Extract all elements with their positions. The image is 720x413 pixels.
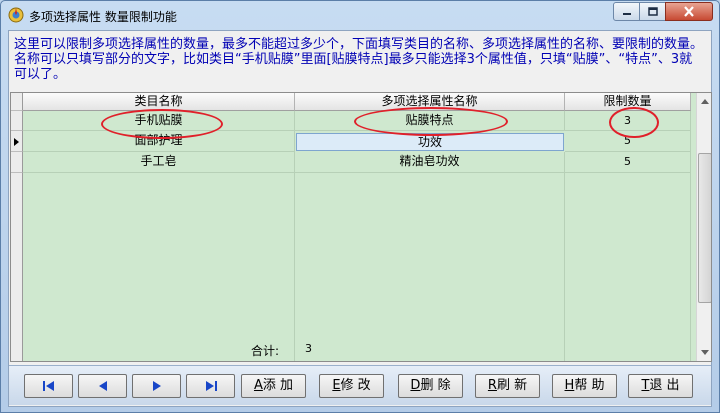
refresh-shortcut-key: R [487, 378, 497, 393]
scroll-up-icon [701, 99, 709, 104]
prev-icon [98, 381, 107, 391]
cell-attribute-editing[interactable]: 功效 [296, 133, 564, 151]
current-row-arrow-icon [14, 138, 19, 146]
cell-attribute[interactable]: 贴膜特点 [295, 111, 565, 131]
next-record-button[interactable] [132, 374, 181, 398]
title-bar[interactable]: 多项选择属性 数量限制功能 [1, 1, 719, 29]
client-area: 这里可以限制多项选择属性的数量，最多不能超过多少个，下面填写类目的名称、多项选择… [8, 30, 712, 407]
scroll-down-icon [701, 350, 709, 355]
total-label: 合计: [251, 344, 280, 358]
add-button-label: 添 加 [262, 378, 294, 393]
add-button[interactable]: A添 加 [241, 374, 306, 398]
description-text: 这里可以限制多项选择属性的数量，最多不能超过多少个，下面填写类目的名称、多项选择… [14, 37, 704, 82]
cell-attribute[interactable]: 精油皂功效 [295, 152, 565, 173]
close-button[interactable] [665, 2, 713, 21]
main-window: 多项选择属性 数量限制功能 这里可以限制多项选择属性的数量，最多不能超过多少个，… [0, 0, 720, 413]
close-icon [684, 6, 694, 17]
maximize-button[interactable] [639, 2, 666, 21]
add-shortcut-key: A [253, 378, 263, 393]
cell-category[interactable]: 面部护理 [23, 131, 295, 152]
minimize-icon [622, 12, 631, 15]
next-icon [152, 381, 161, 391]
vertical-scrollbar[interactable] [696, 93, 711, 361]
exit-button[interactable]: T退 出 [628, 374, 693, 398]
window-title: 多项选择属性 数量限制功能 [29, 10, 177, 24]
delete-shortcut-key: D [410, 378, 421, 393]
row-indicator-empty [11, 173, 23, 361]
cell-category[interactable]: 手工皂 [23, 152, 295, 173]
column-header-category[interactable]: 类目名称 [23, 93, 295, 111]
refresh-button[interactable]: R刷 新 [475, 374, 540, 398]
last-record-button[interactable] [186, 374, 235, 398]
previous-record-button[interactable] [78, 374, 127, 398]
total-value: 3 [305, 342, 312, 355]
column-header-attribute[interactable]: 多项选择属性名称 [295, 93, 565, 111]
last-icon [205, 381, 217, 391]
help-shortcut-key: H [564, 378, 575, 393]
bottom-toolbar: A添 加 E修 改 D删 除 R刷 新 H帮 助 T退 出 [9, 365, 711, 405]
refresh-button-label: 刷 新 [496, 378, 528, 393]
header-indicator [11, 93, 23, 111]
delete-button[interactable]: D删 除 [398, 374, 463, 398]
edit-button[interactable]: E修 改 [319, 374, 384, 398]
column-header-limit[interactable]: 限制数量 [565, 93, 691, 111]
first-record-button[interactable] [24, 374, 73, 398]
scroll-up-button[interactable] [697, 93, 711, 110]
edit-shortcut-key: E [332, 378, 341, 393]
column-divider [294, 173, 295, 361]
help-button[interactable]: H帮 助 [552, 374, 617, 398]
row-indicator[interactable] [11, 152, 23, 173]
maximize-icon [647, 6, 658, 16]
column-divider [564, 173, 565, 361]
cell-limit[interactable]: 3 [565, 111, 691, 131]
scroll-down-button[interactable] [697, 344, 711, 361]
row-indicator[interactable] [11, 111, 23, 131]
cell-limit[interactable]: 5 [565, 152, 691, 173]
cell-limit[interactable]: 5 [565, 131, 691, 152]
exit-button-label: 退 出 [649, 378, 680, 393]
column-divider [690, 173, 691, 361]
cell-category[interactable]: 手机贴膜 [23, 111, 295, 131]
edit-button-label: 修 改 [340, 378, 371, 393]
scrollbar-thumb[interactable] [698, 153, 711, 303]
minimize-button[interactable] [613, 2, 640, 21]
delete-button-label: 删 除 [420, 378, 451, 393]
app-icon [8, 7, 24, 23]
first-icon [42, 381, 54, 391]
data-grid[interactable]: 类目名称 多项选择属性名称 限制数量 手机贴膜 贴膜特点 3 面部护理 功效 5… [10, 92, 712, 362]
help-button-label: 帮 助 [574, 378, 605, 393]
